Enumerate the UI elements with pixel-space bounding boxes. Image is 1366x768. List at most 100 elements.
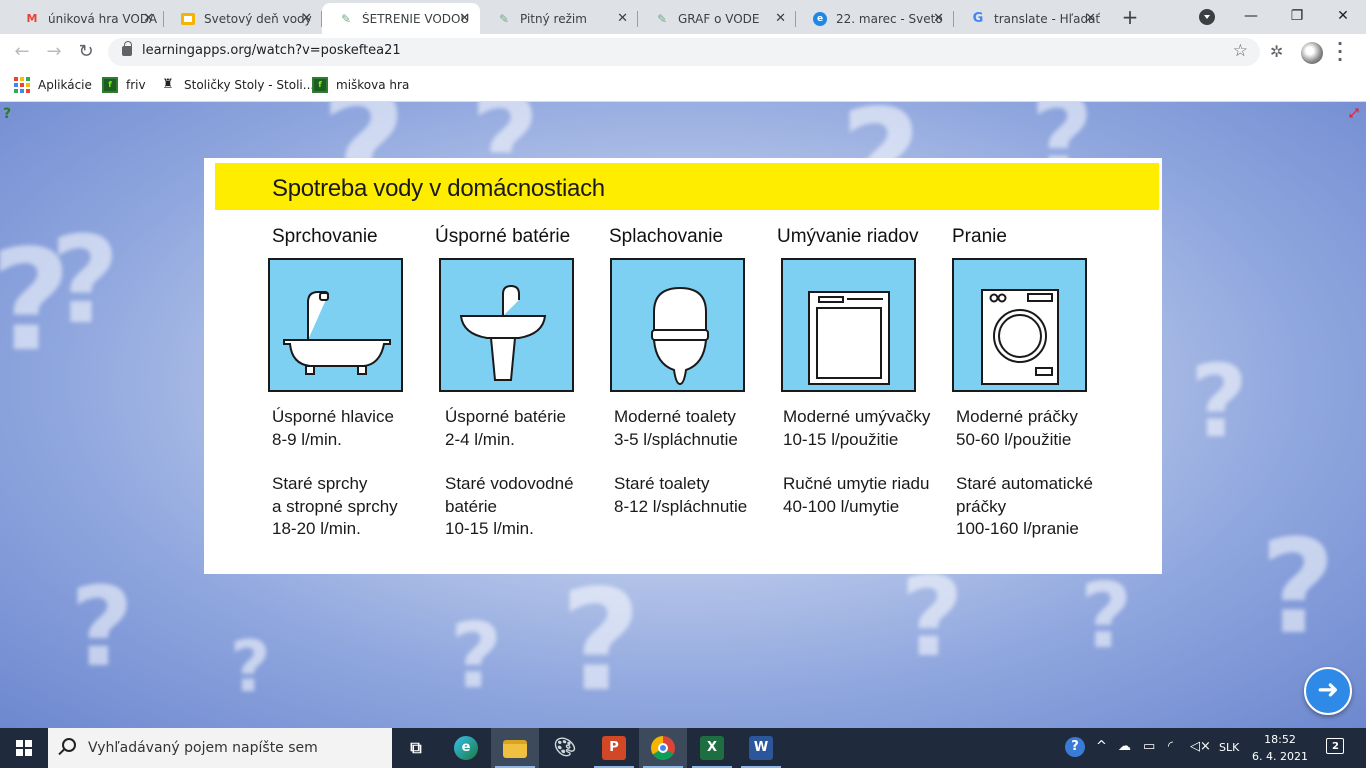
system-clock[interactable]: 18:52 6. 4. 2021 — [1252, 731, 1308, 765]
new-tab-button[interactable]: + — [1118, 4, 1142, 30]
close-tab-icon[interactable]: ✕ — [617, 11, 628, 26]
language-indicator[interactable]: SLK — [1219, 741, 1239, 754]
close-window-button[interactable]: ✕ — [1320, 0, 1366, 32]
close-tab-icon[interactable]: ✕ — [933, 11, 944, 26]
close-tab-icon[interactable]: ✕ — [459, 11, 470, 26]
column-heading: Umývanie riadov — [777, 226, 919, 247]
tab-graf-o-vode[interactable]: ✎ GRAF o VODE ✕ — [638, 3, 796, 34]
close-tab-icon[interactable]: ✕ — [1085, 11, 1096, 26]
friv-icon: f — [102, 77, 118, 93]
washing-machine-icon — [952, 258, 1087, 392]
forward-button[interactable]: → — [42, 40, 66, 64]
tab-title: úniková hra VODA — [48, 11, 158, 26]
edge-icon: e — [812, 11, 828, 27]
address-bar[interactable]: learningapps.org/watch?v=poskeftea21 ☆ — [108, 38, 1260, 66]
close-tab-icon[interactable]: ✕ — [301, 11, 312, 26]
extensions-icon[interactable]: ✲ — [1270, 42, 1283, 61]
chrome-icon[interactable] — [639, 728, 687, 768]
fullscreen-icon[interactable]: ⤢ — [1349, 106, 1363, 120]
bookmark-miskova-hra[interactable]: f miškova hra — [312, 77, 409, 93]
search-placeholder: Vyhľadávaný pojem napíšte sem — [88, 740, 318, 756]
column-splachovanie: Splachovanie Moderné toalety 3-5 l/splác… — [609, 226, 779, 516]
slides-icon — [180, 11, 196, 27]
sink-icon — [439, 258, 574, 392]
tab-pitny-rezim[interactable]: ✎ Pitný režim ✕ — [480, 3, 638, 34]
help-icon[interactable]: ? — [3, 106, 19, 122]
saving-value: 3-5 l/spláchnutie — [614, 429, 738, 449]
saving-value: 2-4 l/min. — [445, 429, 515, 449]
saving-text: Moderné toalety 3-5 l/spláchnutie — [614, 406, 738, 451]
tab-setrenie-vodou[interactable]: ✎ ŠETRENIE VODOU ✕ — [322, 3, 480, 34]
old-label: batérie — [445, 496, 497, 516]
notification-count: 2 — [1332, 741, 1339, 752]
saving-label: Úsporné batérie — [445, 407, 566, 426]
tab-svetovy-den-vody[interactable]: Svetový deň vody ✕ — [164, 3, 322, 34]
question-mark-decoration: ? — [560, 560, 642, 723]
tab-title: 22. marec - Sveto — [836, 11, 943, 26]
chrome-menu-icon[interactable]: · · · — [1335, 36, 1345, 68]
bookmark-friv[interactable]: f friv — [102, 77, 146, 93]
search-icon — [62, 738, 76, 752]
question-mark-decoration: ? — [900, 553, 964, 681]
bookmarks-bar: Aplikácie f friv ♜ Stoličky Stoly - Stol… — [0, 70, 1366, 102]
old-label: Staré sprchy — [272, 474, 368, 493]
saving-label: Moderné umývačky — [783, 407, 931, 426]
column-usporne-baterie: Úsporné batérie Úsporné batérie 2-4 l/mi… — [435, 226, 605, 538]
bookmark-label: friv — [126, 78, 146, 92]
google-icon: G — [972, 11, 984, 26]
windows-taskbar: Vyhľadávaný pojem napíšte sem ⧉ e 🎨︎ P X… — [0, 728, 1366, 768]
old-label: práčky — [956, 496, 1007, 516]
restore-button[interactable]: ❐ — [1274, 0, 1320, 32]
powerpoint-icon[interactable]: P — [590, 728, 638, 768]
minimize-button[interactable]: — — [1228, 0, 1274, 32]
learningapps-icon: ✎ — [656, 11, 668, 26]
reload-button[interactable]: ↻ — [74, 40, 98, 64]
tab-translate[interactable]: G translate - Hľadať ✕ — [954, 3, 1106, 34]
tab-title: ŠETRENIE VODOU — [362, 11, 470, 26]
clock-time: 18:52 — [1264, 733, 1296, 746]
close-tab-icon[interactable]: ✕ — [775, 11, 786, 26]
back-button[interactable]: ← — [10, 40, 34, 64]
start-button[interactable] — [0, 728, 48, 768]
tab-unikova-hra[interactable]: M úniková hra VODA ✕ — [8, 3, 164, 34]
file-explorer-icon[interactable] — [491, 728, 539, 768]
wifi-icon[interactable]: ◜ — [1168, 739, 1173, 754]
column-umyvanie-riadov: Umývanie riadov Moderné umývačky 10-15 l… — [777, 226, 947, 516]
paint-icon[interactable]: 🎨︎ — [541, 728, 589, 768]
question-mark-decoration: ? — [50, 212, 120, 351]
close-tab-icon[interactable]: ✕ — [143, 11, 154, 26]
volume-muted-icon[interactable]: ◁× — [1190, 739, 1211, 754]
battery-icon[interactable]: ▭ — [1143, 739, 1155, 754]
old-label: Staré vodovodné — [445, 474, 574, 493]
question-mark-decoration: ? — [70, 563, 134, 691]
bookmark-aplikacie[interactable]: Aplikácie — [14, 77, 92, 93]
learningapps-icon: ✎ — [498, 11, 510, 26]
saving-label: Moderné toalety — [614, 407, 736, 426]
windows-logo-icon — [16, 740, 32, 756]
show-hidden-icons-icon[interactable]: ^ — [1096, 739, 1107, 754]
help-tray-icon[interactable]: ? — [1065, 737, 1085, 757]
old-value: 10-15 l/min. — [445, 519, 534, 538]
bookmark-stolicky[interactable]: ♜ Stoličky Stoly - Stoli... — [160, 77, 314, 93]
clock-date: 6. 4. 2021 — [1252, 750, 1308, 763]
old-label: Staré toalety — [614, 474, 710, 493]
task-view-icon[interactable]: ⧉ — [392, 728, 440, 768]
column-heading: Pranie — [952, 226, 1007, 247]
onedrive-icon[interactable]: ☁ — [1118, 739, 1131, 754]
excel-icon[interactable]: X — [688, 728, 736, 768]
column-heading: Splachovanie — [609, 226, 724, 247]
tab-22-marec[interactable]: e 22. marec - Sveto ✕ — [796, 3, 954, 34]
saving-value: 10-15 l/použitie — [783, 429, 899, 449]
tab-search-icon[interactable] — [1199, 9, 1215, 25]
question-mark-decoration: ? — [1260, 511, 1336, 663]
word-icon[interactable]: W — [737, 728, 785, 768]
taskbar-search[interactable]: Vyhľadávaný pojem napíšte sem — [48, 728, 392, 768]
next-arrow-button[interactable]: ➜ — [1304, 667, 1352, 715]
gmail-icon: M — [26, 12, 38, 25]
profile-avatar[interactable] — [1301, 42, 1323, 64]
lock-icon[interactable] — [122, 41, 132, 56]
bookmark-star-icon[interactable]: ☆ — [1233, 41, 1248, 61]
question-mark-decoration: ? — [450, 604, 503, 709]
edge-icon[interactable]: e — [442, 728, 490, 768]
bookmark-label: Aplikácie — [38, 78, 92, 92]
